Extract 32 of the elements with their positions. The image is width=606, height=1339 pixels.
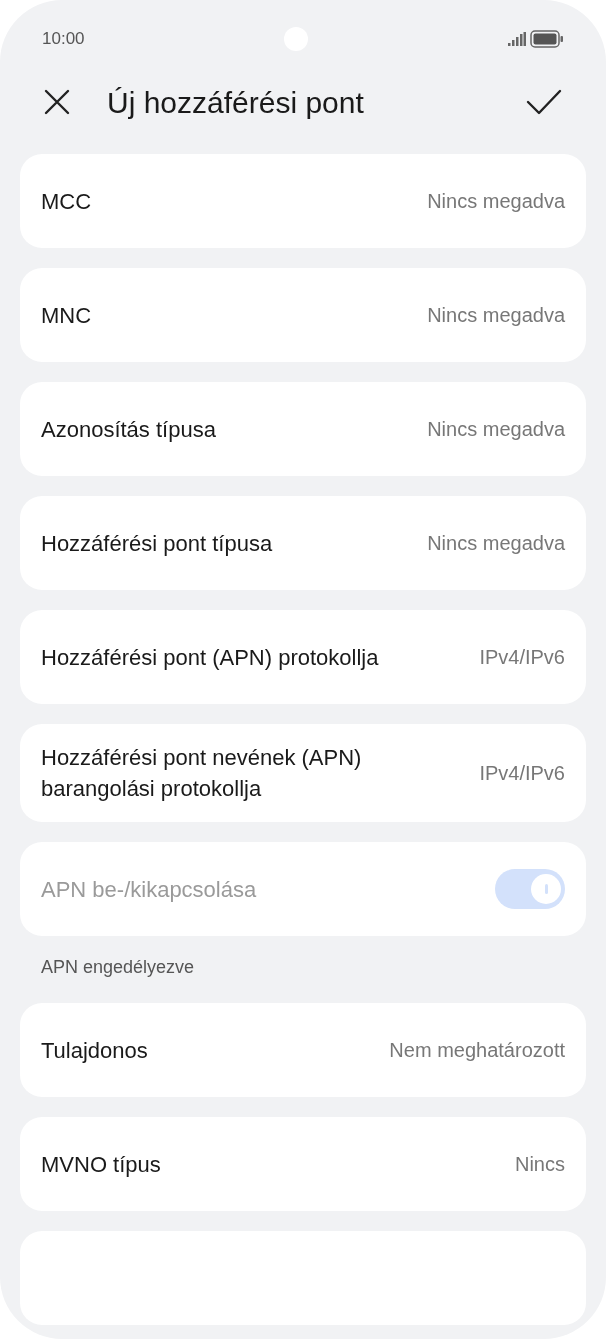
setting-value: Nincs megadva: [427, 417, 565, 442]
setting-label: Tulajdonos: [41, 1036, 148, 1065]
setting-row[interactable]: MVNO típus Nincs: [20, 1117, 586, 1211]
setting-label: MVNO típus: [41, 1150, 161, 1179]
page-title: Új hozzáférési pont: [107, 84, 365, 121]
setting-value: Nincs: [515, 1152, 565, 1177]
section-caption: APN engedélyezve: [40, 956, 196, 979]
setting-label: Hozzáférési pont nevének (APN) barangolási protokollja: [41, 744, 363, 803]
setting-label: MNC: [41, 301, 92, 330]
close-icon[interactable]: [44, 89, 70, 115]
setting-row[interactable]: Tulajdonos Nem meghatározott: [20, 1003, 586, 1097]
battery-icon: [530, 30, 564, 48]
setting-value: Nincs megadva: [427, 531, 565, 556]
setting-label: Hozzáférési pont (APN) protokollja: [41, 643, 379, 672]
setting-row[interactable]: Hozzáférési pont típusa Nincs megadva: [20, 496, 586, 590]
setting-value: IPv4/IPv6: [479, 761, 565, 786]
setting-value: Nincs megadva: [427, 189, 565, 214]
setting-row[interactable]: MNC Nincs megadva: [20, 268, 586, 362]
setting-label: Hozzáférési pont típusa: [41, 529, 273, 558]
status-time: 10:00: [42, 28, 85, 51]
setting-value: Nem meghatározott: [389, 1038, 565, 1063]
setting-row[interactable]: Hozzáférési pont (APN) protokollja IPv4/IPv6: [20, 610, 586, 704]
setting-value: Nincs megadva: [427, 303, 565, 328]
confirm-check-icon[interactable]: [526, 88, 562, 116]
setting-row[interactable]: Hozzáférési pont nevének (APN) barangolási protokollja IPv4/IPv6: [20, 724, 586, 822]
setting-label: APN be-/kikapcsolása: [41, 875, 257, 904]
signal-icon: [508, 32, 526, 46]
setting-label: MCC: [41, 187, 92, 216]
setting-row[interactable]: Azonosítás típusa Nincs megadva: [20, 382, 586, 476]
setting-row[interactable]: MCC Nincs megadva: [20, 154, 586, 248]
setting-label: Azonosítás típusa: [41, 415, 216, 444]
setting-value: IPv4/IPv6: [479, 645, 565, 670]
